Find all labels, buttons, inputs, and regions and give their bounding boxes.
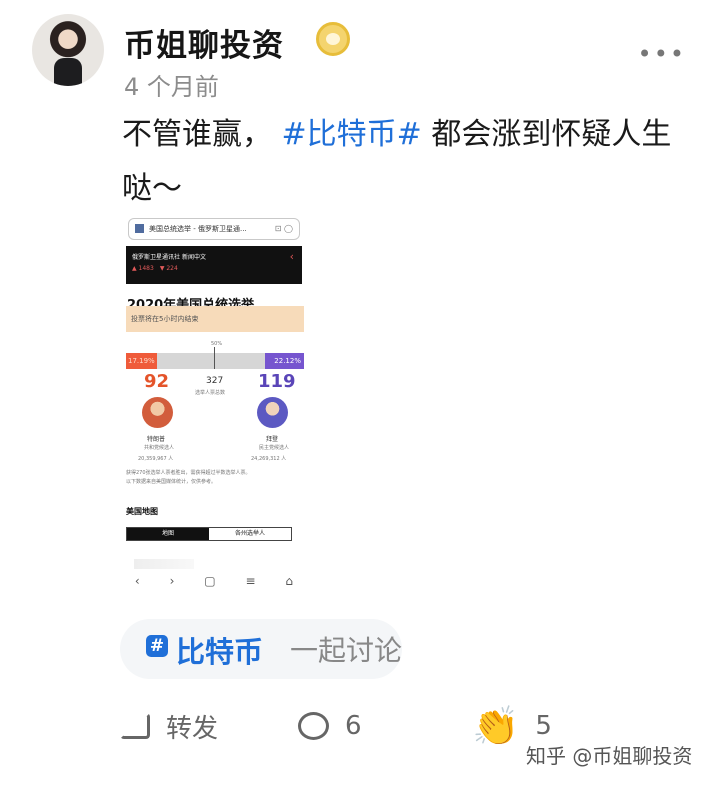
browser-url-icons[interactable]: ⊡ ◯ bbox=[275, 219, 293, 239]
post-time: 4 个月前 bbox=[124, 73, 219, 101]
post-text-before: 不管谁赢， bbox=[122, 117, 272, 152]
topic-name[interactable]: 比特币 bbox=[176, 629, 263, 671]
browser-navigation-bar: ‹ › ▢ ≡ ⌂ bbox=[120, 570, 308, 592]
topic-chip[interactable]: # 比特币 一起讨论 bbox=[120, 619, 402, 679]
total-electoral-votes: 327 bbox=[206, 376, 224, 386]
browser-url-bar[interactable]: 美国总统选举 - 俄罗斯卫星通... ⊡ ◯ bbox=[128, 218, 300, 240]
trump-party: 共和党候选人 bbox=[144, 445, 175, 451]
author-name[interactable]: 币姐聊投资 bbox=[124, 20, 284, 65]
home-icon[interactable]: ⌂ bbox=[285, 574, 293, 588]
menu-icon[interactable]: ≡ bbox=[245, 574, 255, 588]
trump-name: 特朗普 bbox=[147, 436, 166, 443]
comment-count: 6 bbox=[345, 711, 362, 741]
map-title: 美国地图 bbox=[126, 507, 158, 516]
biden-name: 拜登 bbox=[266, 436, 279, 443]
author-avatar[interactable] bbox=[32, 14, 104, 86]
post-header: 币姐聊投资 4 个月前 ••• bbox=[32, 12, 692, 102]
repost-label: 转发 bbox=[166, 713, 219, 744]
biden-count: 24,269,312 人 bbox=[251, 456, 287, 462]
biden-avatar bbox=[257, 397, 288, 428]
election-notice: 投票将在5小时内结束 bbox=[126, 306, 304, 332]
fifty-percent-label: 50% bbox=[211, 341, 223, 347]
trump-avatar bbox=[142, 397, 173, 428]
comment-icon bbox=[298, 712, 329, 740]
hashtag-link[interactable]: #比特币# bbox=[282, 117, 422, 152]
midline bbox=[214, 347, 215, 369]
hashtag-icon: # bbox=[146, 635, 168, 657]
news-source-bar: 俄罗斯卫星通讯社 新闻中文 ▲ 1483 ▼ 224 ‹ bbox=[126, 246, 302, 284]
badge-icon bbox=[316, 22, 350, 56]
clap-count: 5 bbox=[535, 711, 552, 741]
trump-count: 20,359,967 人 bbox=[138, 456, 174, 462]
embedded-screenshot[interactable]: 美国总统选举 - 俄罗斯卫星通... ⊡ ◯ 俄罗斯卫星通讯社 新闻中文 ▲ 1… bbox=[120, 214, 308, 602]
repost-button[interactable]: 转发 bbox=[120, 704, 218, 748]
map-preview bbox=[134, 559, 194, 569]
biden-electoral-votes: 119 bbox=[258, 371, 296, 392]
topic-action[interactable]: 一起讨论 bbox=[290, 629, 402, 669]
total-electoral-label: 选举人票总数 bbox=[195, 390, 226, 396]
comment-button[interactable]: 6 bbox=[298, 704, 362, 748]
forward-icon[interactable]: › bbox=[170, 574, 175, 588]
browser-url-text: 美国总统选举 - 俄罗斯卫星通... bbox=[149, 225, 247, 233]
tab-map[interactable]: 地图 bbox=[127, 528, 209, 540]
share-icon[interactable]: ‹ bbox=[290, 251, 294, 262]
biden-percent: 22.12% bbox=[274, 357, 301, 365]
trump-electoral-votes: 92 bbox=[144, 371, 170, 392]
post-content: 不管谁赢， #比特币# 都会涨到怀疑人生哒～ bbox=[122, 108, 682, 216]
tab-electors[interactable]: 各州选举人 bbox=[209, 528, 291, 540]
clap-icon: 👏 bbox=[472, 703, 520, 748]
reaction-counts: ▲ 1483 ▼ 224 bbox=[132, 265, 178, 272]
vote-progress-bar: 17.19% 22.12% bbox=[126, 347, 304, 369]
biden-party: 民主党候选人 bbox=[259, 445, 290, 451]
election-note: 获得270张选举人票者胜出，需获得超过半数选举人票。 以下数据来自美国媒体统计，… bbox=[126, 470, 251, 485]
news-source: 俄罗斯卫星通讯社 新闻中文 bbox=[132, 254, 206, 261]
tabs-icon[interactable]: ▢ bbox=[204, 574, 215, 588]
back-icon[interactable]: ‹ bbox=[135, 574, 140, 588]
site-watermark: 知乎 @币姐聊投资 bbox=[526, 744, 693, 768]
map-tabs[interactable]: 地图 各州选举人 bbox=[126, 527, 292, 541]
repost-icon bbox=[120, 713, 150, 739]
trump-percent: 17.19% bbox=[128, 357, 155, 365]
more-options-button[interactable]: ••• bbox=[638, 40, 686, 68]
